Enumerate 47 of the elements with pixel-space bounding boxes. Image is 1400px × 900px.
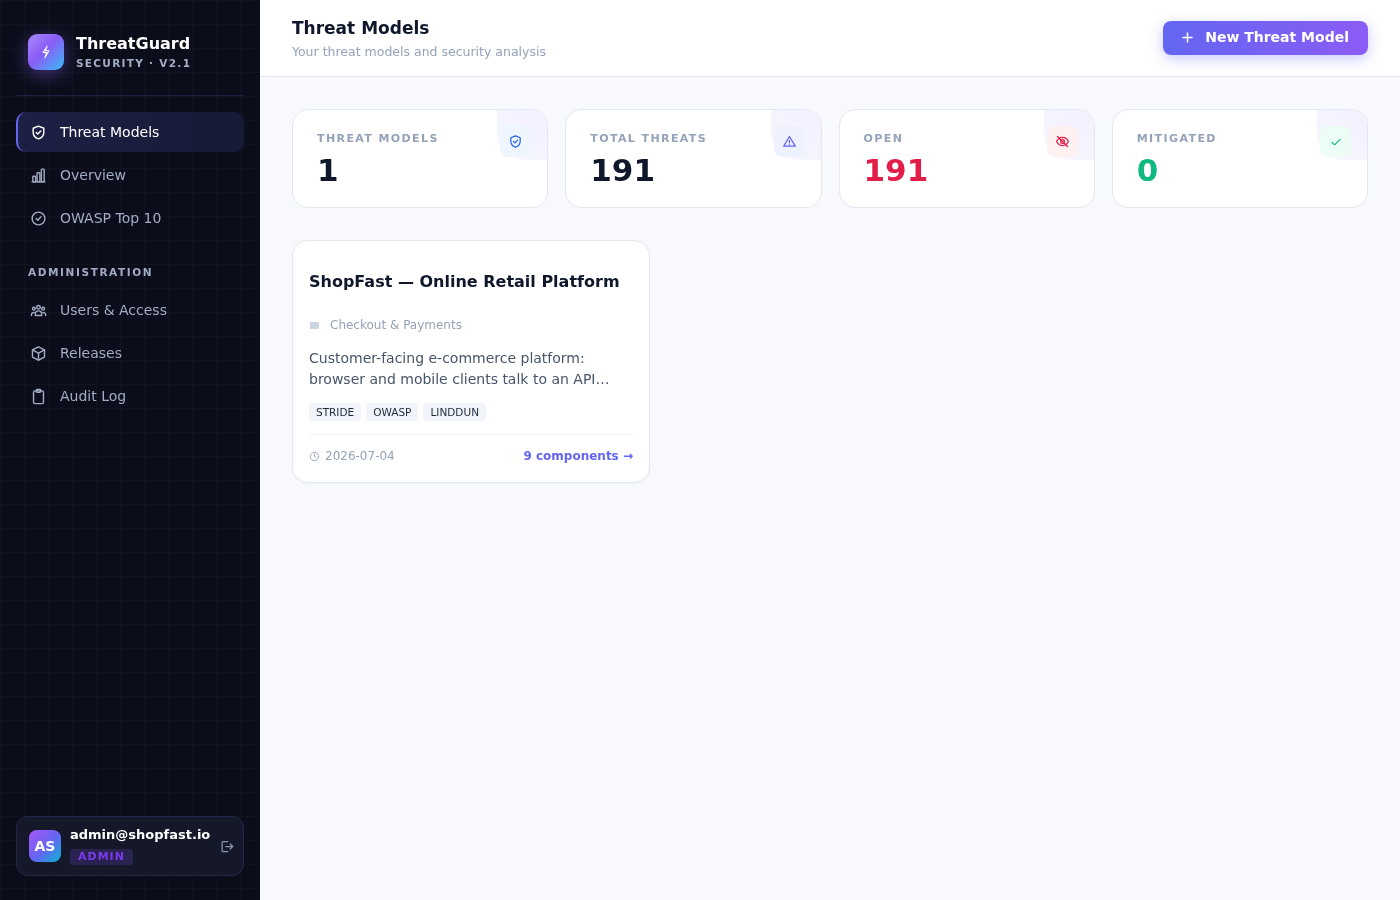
lightning-logo-icon [28,34,64,70]
model-title: ShopFast — Online Retail Platform [309,271,621,293]
shield-check-icon [30,123,47,141]
page-title: Threat Models [292,16,431,39]
nav-item[interactable]: Overview [16,155,244,195]
logout-icon [219,838,235,854]
model-category: Checkout & Payments [330,317,462,333]
brand-tagline: SECURITY · V2.1 [76,56,192,70]
warning-icon [773,126,805,157]
cube-icon [30,344,47,362]
stat-label: THREAT MODELS [317,132,440,146]
page-subtitle: Your threat models and security analysis [292,43,546,60]
eye-off-icon [1046,126,1078,157]
clipboard-icon [30,387,47,405]
framework-tag: LINDDUN [423,403,486,421]
check-icon [1320,126,1351,157]
stat-label: OPEN [863,132,905,146]
section-heading: ADMINISTRATION [27,265,155,279]
model-date: 2026-07-04 [325,448,395,464]
components-link[interactable]: 9 components → [523,448,633,464]
stat-label: TOTAL THREATS [590,132,709,146]
threat-model-card[interactable]: ShopFast — Online Retail Platform Checkout & Payments Customer-facing e-commerce platform: browser and mobile clients talk to an API… STRIDE OWASP LINDDUN 2026-07-04 9 components → [292,240,650,483]
plus-icon [1182,32,1194,43]
square-icon [310,321,319,329]
stat-value: 191 [863,152,930,188]
stat-label: MITIGATED [1136,132,1218,146]
avatar: AS [29,830,61,862]
check-circle-icon [30,209,47,227]
clock-icon [309,450,320,462]
bar-chart-icon [30,166,47,184]
new-threat-model-button[interactable]: New Threat Model [1163,20,1368,55]
nav-item[interactable]: Users & Access [16,290,244,330]
framework-tag: OWASP [366,403,419,421]
brand-name: ThreatGuard [76,34,192,54]
framework-tag: STRIDE [309,403,362,421]
user-email: admin@shopfast.io [70,825,211,843]
shield-check-icon [500,126,532,157]
role-badge: ADMIN [70,848,133,865]
nav-item[interactable]: Releases [16,333,244,373]
logout-button[interactable] [219,838,235,854]
nav-item[interactable]: Audit Log [16,376,244,416]
nav-item[interactable]: Threat Models [16,112,244,152]
nav-item[interactable]: OWASP Top 10 [16,198,244,238]
stat-value: 1 [317,152,340,188]
model-description: Customer-facing e-commerce platform: browser and mobile clients talk to an API… [309,349,611,389]
stat-value: 0 [1136,152,1160,188]
stat-value: 191 [590,152,656,188]
